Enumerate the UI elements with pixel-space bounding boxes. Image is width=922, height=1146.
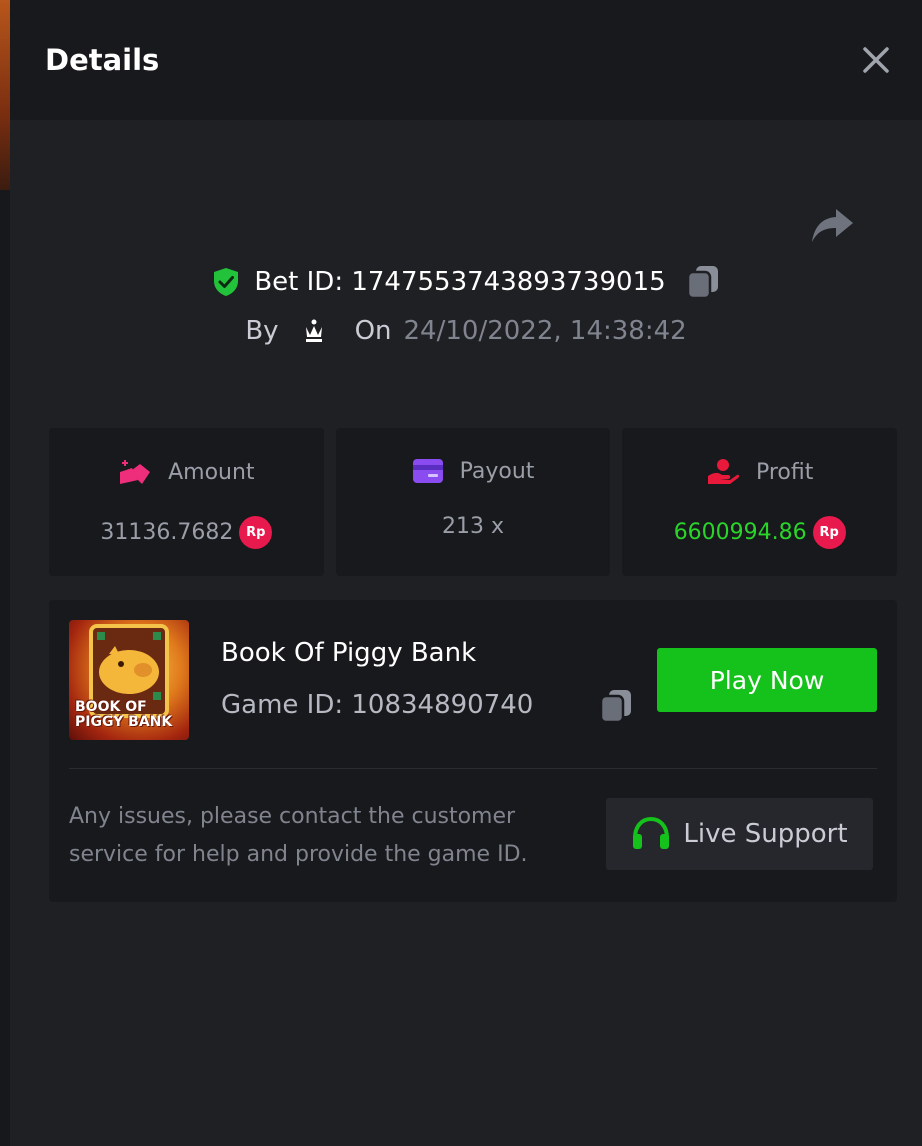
card-icon [412, 459, 443, 483]
game-thumbnail[interactable]: BOOK OF PIGGY BANK [69, 620, 189, 740]
game-card: BOOK OF PIGGY BANK Book Of Piggy Bank Ga… [49, 600, 897, 902]
game-name: Book Of Piggy Bank [221, 638, 477, 668]
profit-label: Profit [755, 459, 814, 485]
on-label: On [354, 316, 392, 346]
crown-icon [305, 319, 322, 342]
payout-value: 213 x [442, 514, 505, 539]
hand-coin-icon [707, 459, 740, 484]
by-label: By [245, 316, 279, 346]
support-message: Any issues, please contact the customer … [69, 804, 528, 867]
modal-header: Details [10, 0, 922, 120]
headset-icon [633, 816, 670, 849]
live-support-button[interactable]: Live Support [606, 798, 873, 870]
play-now-button[interactable]: Play Now [657, 648, 877, 712]
currency-badge: Rp [812, 516, 846, 549]
live-support-label: Live Support [683, 819, 848, 849]
divider [69, 768, 877, 769]
copy-icon[interactable] [686, 264, 720, 300]
share-button[interactable] [810, 205, 856, 245]
bet-meta-row: By On 24/10/2022, 14:38:42 [10, 316, 922, 346]
bet-date: 24/10/2022, 14:38:42 [403, 316, 687, 346]
close-button[interactable] [856, 40, 896, 80]
modal-title: Details [45, 43, 160, 77]
thumbnail-title: BOOK OF PIGGY BANK [75, 699, 173, 730]
stat-amount: Amount 31136.7682 Rp [49, 428, 324, 576]
bet-id-row: Bet ID: 1747553743893739015 [10, 264, 922, 300]
amount-value: 31136.7682 [100, 520, 234, 545]
details-modal: Details Bet ID: 1747553743893739015 By O… [10, 0, 922, 1146]
payout-label: Payout [459, 458, 535, 484]
profit-value: 6600994.86 [673, 520, 807, 545]
copy-icon[interactable] [599, 688, 633, 724]
game-id: Game ID: 10834890740 [221, 690, 534, 720]
stat-payout: Payout 213 x [335, 428, 611, 576]
stats-row: Amount 31136.7682 Rp Payout 213 x Profit… [49, 428, 898, 576]
bet-id: Bet ID: 1747553743893739015 [254, 267, 666, 297]
shield-check-icon [214, 268, 239, 296]
amount-label: Amount [168, 459, 255, 485]
backdrop-glow [0, 0, 10, 190]
share-icon [812, 209, 853, 242]
stat-profit: Profit 6600994.86 Rp [622, 428, 898, 576]
currency-badge: Rp [239, 516, 273, 549]
coins-icon [120, 460, 151, 484]
close-icon [863, 47, 889, 73]
